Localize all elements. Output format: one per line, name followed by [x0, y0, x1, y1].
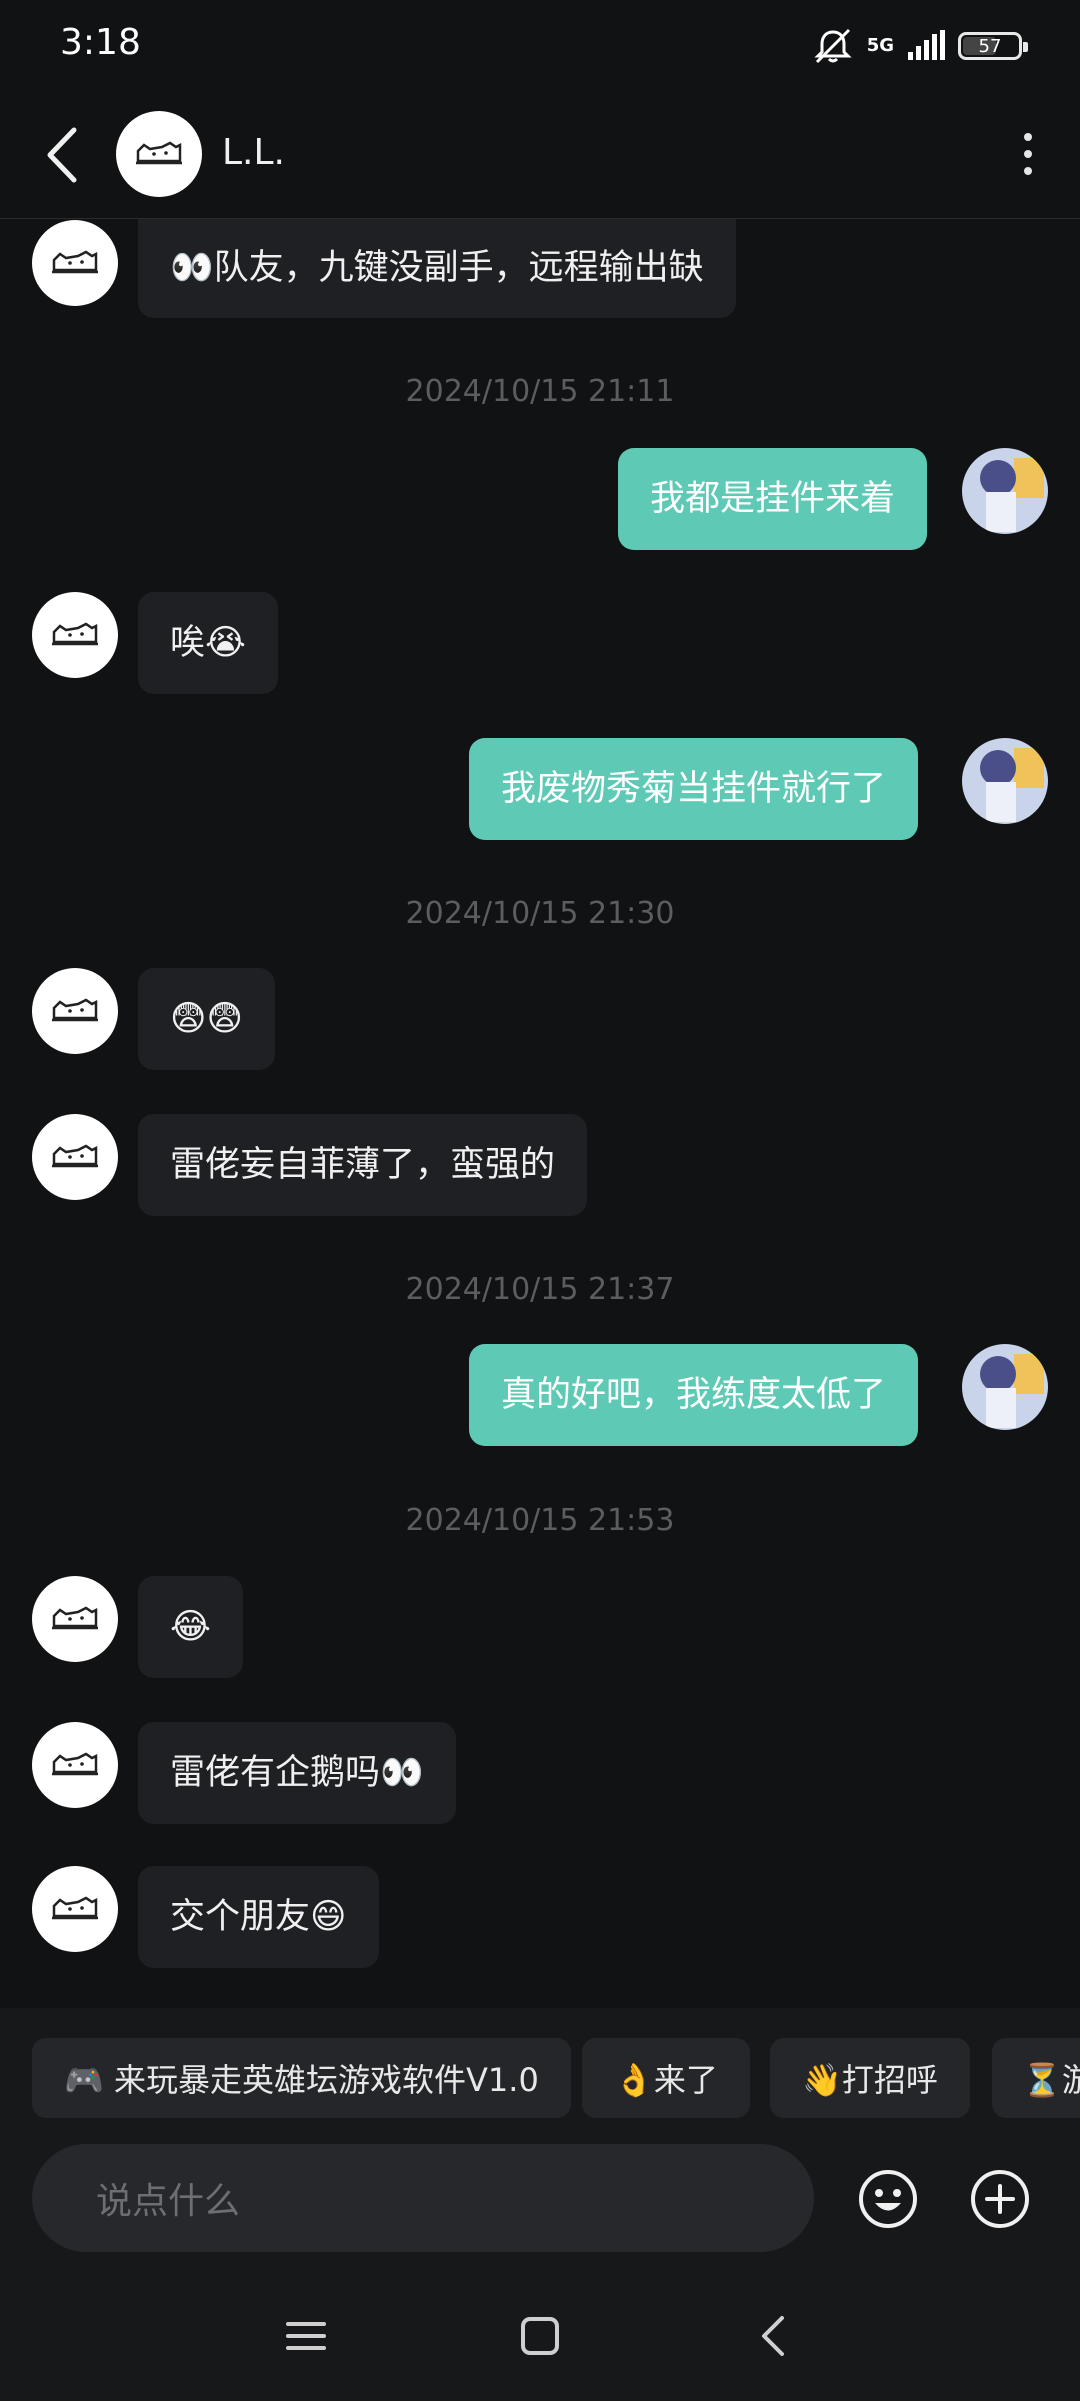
back-icon	[47, 127, 77, 183]
sender-avatar[interactable]	[32, 968, 118, 1054]
avatar-cat-icon	[52, 1144, 98, 1168]
system-nav-bar	[0, 2258, 1080, 2401]
quick-reply-chip[interactable]: ⏳游	[992, 2038, 1080, 2118]
user-avatar-anime-icon	[962, 1344, 1048, 1430]
battery-icon: 57	[958, 32, 1028, 60]
battery-level: 57	[978, 35, 1002, 57]
contact-name[interactable]: L.L.	[222, 132, 285, 173]
message-bubble[interactable]: 真的好吧，我练度太低了	[469, 1344, 919, 1446]
status-bar: 3:18 5G 57	[0, 0, 1080, 96]
sender-avatar[interactable]	[32, 1866, 118, 1952]
avatar-cat-icon	[52, 998, 98, 1022]
message-bubble[interactable]: 雷佬有企鹅吗👀	[138, 1722, 456, 1824]
more-options-button[interactable]	[1008, 124, 1048, 184]
user-avatar-anime-icon	[962, 738, 1048, 824]
home-icon	[521, 2317, 559, 2355]
emoji-button[interactable]	[857, 2168, 919, 2230]
timestamp: 2024/10/15 21:11	[405, 374, 675, 409]
signal-icon	[908, 30, 945, 60]
timestamp: 2024/10/15 21:30	[405, 896, 675, 931]
message-input[interactable]: 说点什么	[32, 2144, 814, 2252]
emoji-icon	[859, 2170, 917, 2228]
avatar-cat-icon	[52, 1896, 98, 1920]
back-button[interactable]	[36, 124, 92, 186]
chat-header: L.L.	[0, 96, 1080, 219]
message-bubble[interactable]: 😂	[138, 1576, 243, 1678]
quick-reply-chip[interactable]: 🎮 来玩暴走英雄坛游戏软件V1.0	[32, 2038, 571, 2118]
add-button[interactable]	[969, 2168, 1031, 2230]
more-vertical-icon	[1024, 133, 1032, 141]
user-avatar-anime-icon	[962, 448, 1048, 534]
my-avatar[interactable]	[962, 1344, 1048, 1430]
avatar-cat-icon	[52, 622, 98, 646]
message-bubble[interactable]: 我都是挂件来着	[618, 448, 928, 550]
status-time: 3:18	[60, 22, 141, 63]
quick-reply-bar: 🎮 来玩暴走英雄坛游戏软件V1.0 👌来了 👋打招呼 ⏳游	[0, 2008, 1080, 2144]
message-bubble[interactable]: 👀队友，九键没副手，远程输出缺	[138, 218, 736, 318]
add-icon	[971, 2170, 1029, 2228]
message-bubble[interactable]: 唉😭	[138, 592, 278, 694]
contact-avatar[interactable]	[116, 111, 202, 197]
message-bubble[interactable]: 😨😨	[138, 968, 275, 1070]
menu-icon	[286, 2322, 326, 2350]
my-avatar[interactable]	[962, 448, 1048, 534]
back-nav-button[interactable]	[744, 2306, 804, 2366]
message-bubble[interactable]: 交个朋友😄	[138, 1866, 379, 1968]
quick-reply-chip[interactable]: 👌来了	[582, 2038, 750, 2118]
sender-avatar[interactable]	[32, 1576, 118, 1662]
recent-apps-button[interactable]	[276, 2306, 336, 2366]
sender-avatar[interactable]	[32, 592, 118, 678]
my-avatar[interactable]	[962, 738, 1048, 824]
timestamp: 2024/10/15 21:53	[405, 1503, 675, 1538]
back-nav-icon	[762, 2316, 784, 2356]
quick-reply-chip[interactable]: 👋打招呼	[770, 2038, 970, 2118]
sender-avatar[interactable]	[32, 220, 118, 306]
sender-avatar[interactable]	[32, 1114, 118, 1200]
status-icons: 5G 57	[811, 26, 1028, 66]
home-button[interactable]	[510, 2306, 570, 2366]
avatar-cat-icon	[52, 1606, 98, 1630]
input-bar: 说点什么	[0, 2144, 1080, 2258]
timestamp: 2024/10/15 21:37	[405, 1272, 675, 1307]
avatar-cat-icon	[52, 250, 98, 274]
message-list[interactable]: 👀队友，九键没副手，远程输出缺 2024/10/15 21:11 我都是挂件来着…	[0, 218, 1080, 2008]
message-bubble[interactable]: 我废物秀菊当挂件就行了	[469, 738, 919, 840]
avatar-cat-icon	[136, 141, 182, 165]
sender-avatar[interactable]	[32, 1722, 118, 1808]
network-type: 5G	[866, 35, 894, 56]
avatar-cat-icon	[52, 1752, 98, 1776]
message-bubble[interactable]: 雷佬妄自菲薄了，蛮强的	[138, 1114, 588, 1216]
silent-icon	[814, 28, 852, 64]
